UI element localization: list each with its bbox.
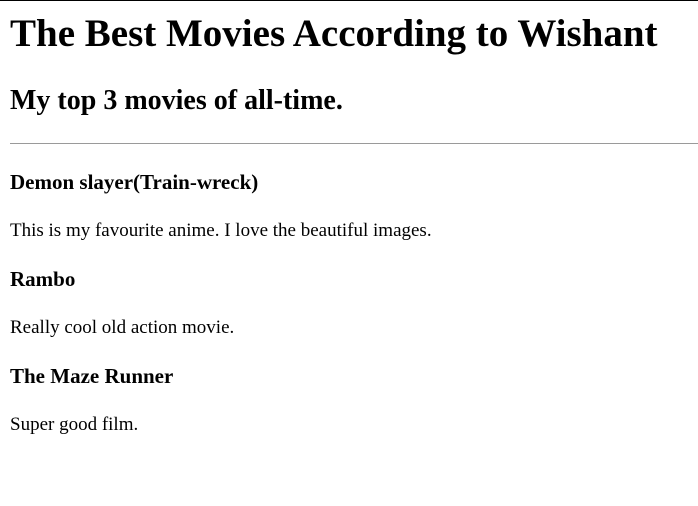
movie-description: This is my favourite anime. I love the b… <box>10 220 432 241</box>
page-title: The Best Movies According to Wishant <box>10 12 658 55</box>
movie-description: Super good film. <box>10 414 139 435</box>
divider <box>10 143 698 144</box>
viewport-top-border <box>0 0 698 1</box>
movie-title: The Maze Runner <box>10 364 174 388</box>
movie-description: Really cool old action movie. <box>10 317 235 338</box>
movie-title: Rambo <box>10 267 76 291</box>
page-subtitle: My top 3 movies of all-time. <box>10 85 343 116</box>
movie-title: Demon slayer(Train-wreck) <box>10 170 259 194</box>
